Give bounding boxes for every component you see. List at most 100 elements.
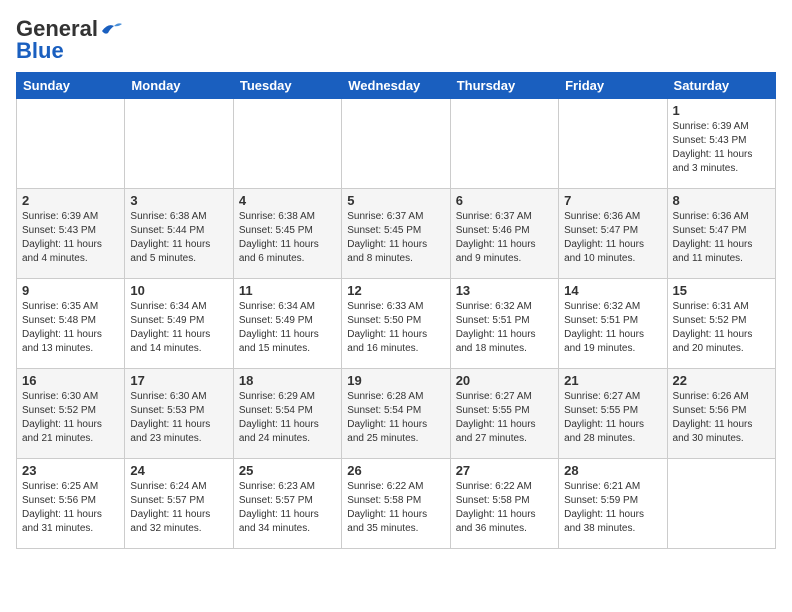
calendar-cell <box>125 99 233 189</box>
day-info: Sunrise: 6:23 AM Sunset: 5:57 PM Dayligh… <box>239 480 336 536</box>
day-number: 23 <box>22 463 119 478</box>
weekday-header-sunday: Sunday <box>17 73 125 99</box>
day-number: 17 <box>130 373 227 388</box>
day-info: Sunrise: 6:22 AM Sunset: 5:58 PM Dayligh… <box>456 480 553 536</box>
day-info: Sunrise: 6:37 AM Sunset: 5:45 PM Dayligh… <box>347 210 444 266</box>
weekday-header-thursday: Thursday <box>450 73 558 99</box>
day-number: 22 <box>673 373 770 388</box>
day-info: Sunrise: 6:28 AM Sunset: 5:54 PM Dayligh… <box>347 390 444 446</box>
calendar-week-2: 2 Sunrise: 6:39 AM Sunset: 5:43 PM Daylig… <box>17 189 776 279</box>
day-number: 6 <box>456 193 553 208</box>
calendar-week-1: 1 Sunrise: 6:39 AM Sunset: 5:43 PM Daylig… <box>17 99 776 189</box>
day-number: 18 <box>239 373 336 388</box>
day-number: 10 <box>130 283 227 298</box>
calendar-cell: 18 Sunrise: 6:29 AM Sunset: 5:54 PM Dayli… <box>233 369 341 459</box>
day-info: Sunrise: 6:36 AM Sunset: 5:47 PM Dayligh… <box>673 210 770 266</box>
day-info: Sunrise: 6:36 AM Sunset: 5:47 PM Dayligh… <box>564 210 661 266</box>
calendar-cell: 10 Sunrise: 6:34 AM Sunset: 5:49 PM Dayli… <box>125 279 233 369</box>
day-info: Sunrise: 6:38 AM Sunset: 5:45 PM Dayligh… <box>239 210 336 266</box>
weekday-header-row: SundayMondayTuesdayWednesdayThursdayFrid… <box>17 73 776 99</box>
day-info: Sunrise: 6:38 AM Sunset: 5:44 PM Dayligh… <box>130 210 227 266</box>
day-info: Sunrise: 6:30 AM Sunset: 5:52 PM Dayligh… <box>22 390 119 446</box>
day-info: Sunrise: 6:37 AM Sunset: 5:46 PM Dayligh… <box>456 210 553 266</box>
calendar-cell: 9Sunrise: 6:35 AM Sunset: 5:48 PM Daylig… <box>17 279 125 369</box>
day-number: 24 <box>130 463 227 478</box>
calendar-cell: 6 Sunrise: 6:37 AM Sunset: 5:46 PM Daylig… <box>450 189 558 279</box>
calendar-week-5: 23 Sunrise: 6:25 AM Sunset: 5:56 PM Dayli… <box>17 459 776 549</box>
calendar-cell: 11 Sunrise: 6:34 AM Sunset: 5:49 PM Dayli… <box>233 279 341 369</box>
calendar-cell: 7 Sunrise: 6:36 AM Sunset: 5:47 PM Daylig… <box>559 189 667 279</box>
calendar-cell: 21 Sunrise: 6:27 AM Sunset: 5:55 PM Dayli… <box>559 369 667 459</box>
calendar-cell: 22 Sunrise: 6:26 AM Sunset: 5:56 PM Dayli… <box>667 369 775 459</box>
calendar-cell: 2 Sunrise: 6:39 AM Sunset: 5:43 PM Daylig… <box>17 189 125 279</box>
weekday-header-tuesday: Tuesday <box>233 73 341 99</box>
day-number: 25 <box>239 463 336 478</box>
calendar-cell: 3 Sunrise: 6:38 AM Sunset: 5:44 PM Daylig… <box>125 189 233 279</box>
day-info: Sunrise: 6:34 AM Sunset: 5:49 PM Dayligh… <box>130 300 227 356</box>
day-number: 2 <box>22 193 119 208</box>
day-number: 20 <box>456 373 553 388</box>
day-info: Sunrise: 6:39 AM Sunset: 5:43 PM Dayligh… <box>22 210 119 266</box>
calendar-cell: 4 Sunrise: 6:38 AM Sunset: 5:45 PM Daylig… <box>233 189 341 279</box>
day-info: Sunrise: 6:24 AM Sunset: 5:57 PM Dayligh… <box>130 480 227 536</box>
day-info: Sunrise: 6:27 AM Sunset: 5:55 PM Dayligh… <box>456 390 553 446</box>
calendar-week-4: 16 Sunrise: 6:30 AM Sunset: 5:52 PM Dayli… <box>17 369 776 459</box>
day-info: Sunrise: 6:39 AM Sunset: 5:43 PM Dayligh… <box>673 120 770 176</box>
calendar-cell <box>450 99 558 189</box>
day-number: 21 <box>564 373 661 388</box>
weekday-header-saturday: Saturday <box>667 73 775 99</box>
day-info: Sunrise: 6:21 AM Sunset: 5:59 PM Dayligh… <box>564 480 661 536</box>
day-number: 9 <box>22 283 119 298</box>
day-number: 8 <box>673 193 770 208</box>
day-number: 5 <box>347 193 444 208</box>
day-info: Sunrise: 6:30 AM Sunset: 5:53 PM Dayligh… <box>130 390 227 446</box>
day-number: 7 <box>564 193 661 208</box>
day-info: Sunrise: 6:29 AM Sunset: 5:54 PM Dayligh… <box>239 390 336 446</box>
calendar-cell: 23 Sunrise: 6:25 AM Sunset: 5:56 PM Dayli… <box>17 459 125 549</box>
day-number: 11 <box>239 283 336 298</box>
calendar-cell <box>667 459 775 549</box>
calendar-cell: 27 Sunrise: 6:22 AM Sunset: 5:58 PM Dayli… <box>450 459 558 549</box>
day-number: 19 <box>347 373 444 388</box>
calendar-cell: 17 Sunrise: 6:30 AM Sunset: 5:53 PM Dayli… <box>125 369 233 459</box>
calendar-cell <box>559 99 667 189</box>
day-number: 12 <box>347 283 444 298</box>
calendar-cell: 13Sunrise: 6:32 AM Sunset: 5:51 PM Dayli… <box>450 279 558 369</box>
day-info: Sunrise: 6:22 AM Sunset: 5:58 PM Dayligh… <box>347 480 444 536</box>
weekday-header-wednesday: Wednesday <box>342 73 450 99</box>
day-number: 15 <box>673 283 770 298</box>
day-info: Sunrise: 6:34 AM Sunset: 5:49 PM Dayligh… <box>239 300 336 356</box>
calendar-cell: 24 Sunrise: 6:24 AM Sunset: 5:57 PM Dayli… <box>125 459 233 549</box>
day-info: Sunrise: 6:32 AM Sunset: 5:51 PM Dayligh… <box>456 300 553 356</box>
calendar-cell: 20 Sunrise: 6:27 AM Sunset: 5:55 PM Dayli… <box>450 369 558 459</box>
day-number: 28 <box>564 463 661 478</box>
calendar-cell: 15 Sunrise: 6:31 AM Sunset: 5:52 PM Dayli… <box>667 279 775 369</box>
day-info: Sunrise: 6:31 AM Sunset: 5:52 PM Dayligh… <box>673 300 770 356</box>
day-number: 26 <box>347 463 444 478</box>
logo: General Blue <box>16 16 122 64</box>
logo-bird-icon <box>100 21 122 39</box>
calendar-cell: 12 Sunrise: 6:33 AM Sunset: 5:50 PM Dayli… <box>342 279 450 369</box>
calendar-cell: 5 Sunrise: 6:37 AM Sunset: 5:45 PM Daylig… <box>342 189 450 279</box>
calendar-cell: 26 Sunrise: 6:22 AM Sunset: 5:58 PM Dayli… <box>342 459 450 549</box>
day-number: 27 <box>456 463 553 478</box>
day-info: Sunrise: 6:33 AM Sunset: 5:50 PM Dayligh… <box>347 300 444 356</box>
day-number: 16 <box>22 373 119 388</box>
day-info: Sunrise: 6:32 AM Sunset: 5:51 PM Dayligh… <box>564 300 661 356</box>
day-number: 1 <box>673 103 770 118</box>
calendar-cell: 1 Sunrise: 6:39 AM Sunset: 5:43 PM Daylig… <box>667 99 775 189</box>
calendar-cell: 28 Sunrise: 6:21 AM Sunset: 5:59 PM Dayli… <box>559 459 667 549</box>
day-info: Sunrise: 6:25 AM Sunset: 5:56 PM Dayligh… <box>22 480 119 536</box>
weekday-header-monday: Monday <box>125 73 233 99</box>
day-number: 4 <box>239 193 336 208</box>
page-header: General Blue <box>16 16 776 64</box>
day-number: 3 <box>130 193 227 208</box>
calendar-cell: 19 Sunrise: 6:28 AM Sunset: 5:54 PM Dayli… <box>342 369 450 459</box>
calendar-cell <box>342 99 450 189</box>
calendar-cell: 25 Sunrise: 6:23 AM Sunset: 5:57 PM Dayli… <box>233 459 341 549</box>
calendar-cell: 8 Sunrise: 6:36 AM Sunset: 5:47 PM Daylig… <box>667 189 775 279</box>
day-info: Sunrise: 6:26 AM Sunset: 5:56 PM Dayligh… <box>673 390 770 446</box>
calendar-cell <box>233 99 341 189</box>
day-info: Sunrise: 6:27 AM Sunset: 5:55 PM Dayligh… <box>564 390 661 446</box>
day-number: 14 <box>564 283 661 298</box>
